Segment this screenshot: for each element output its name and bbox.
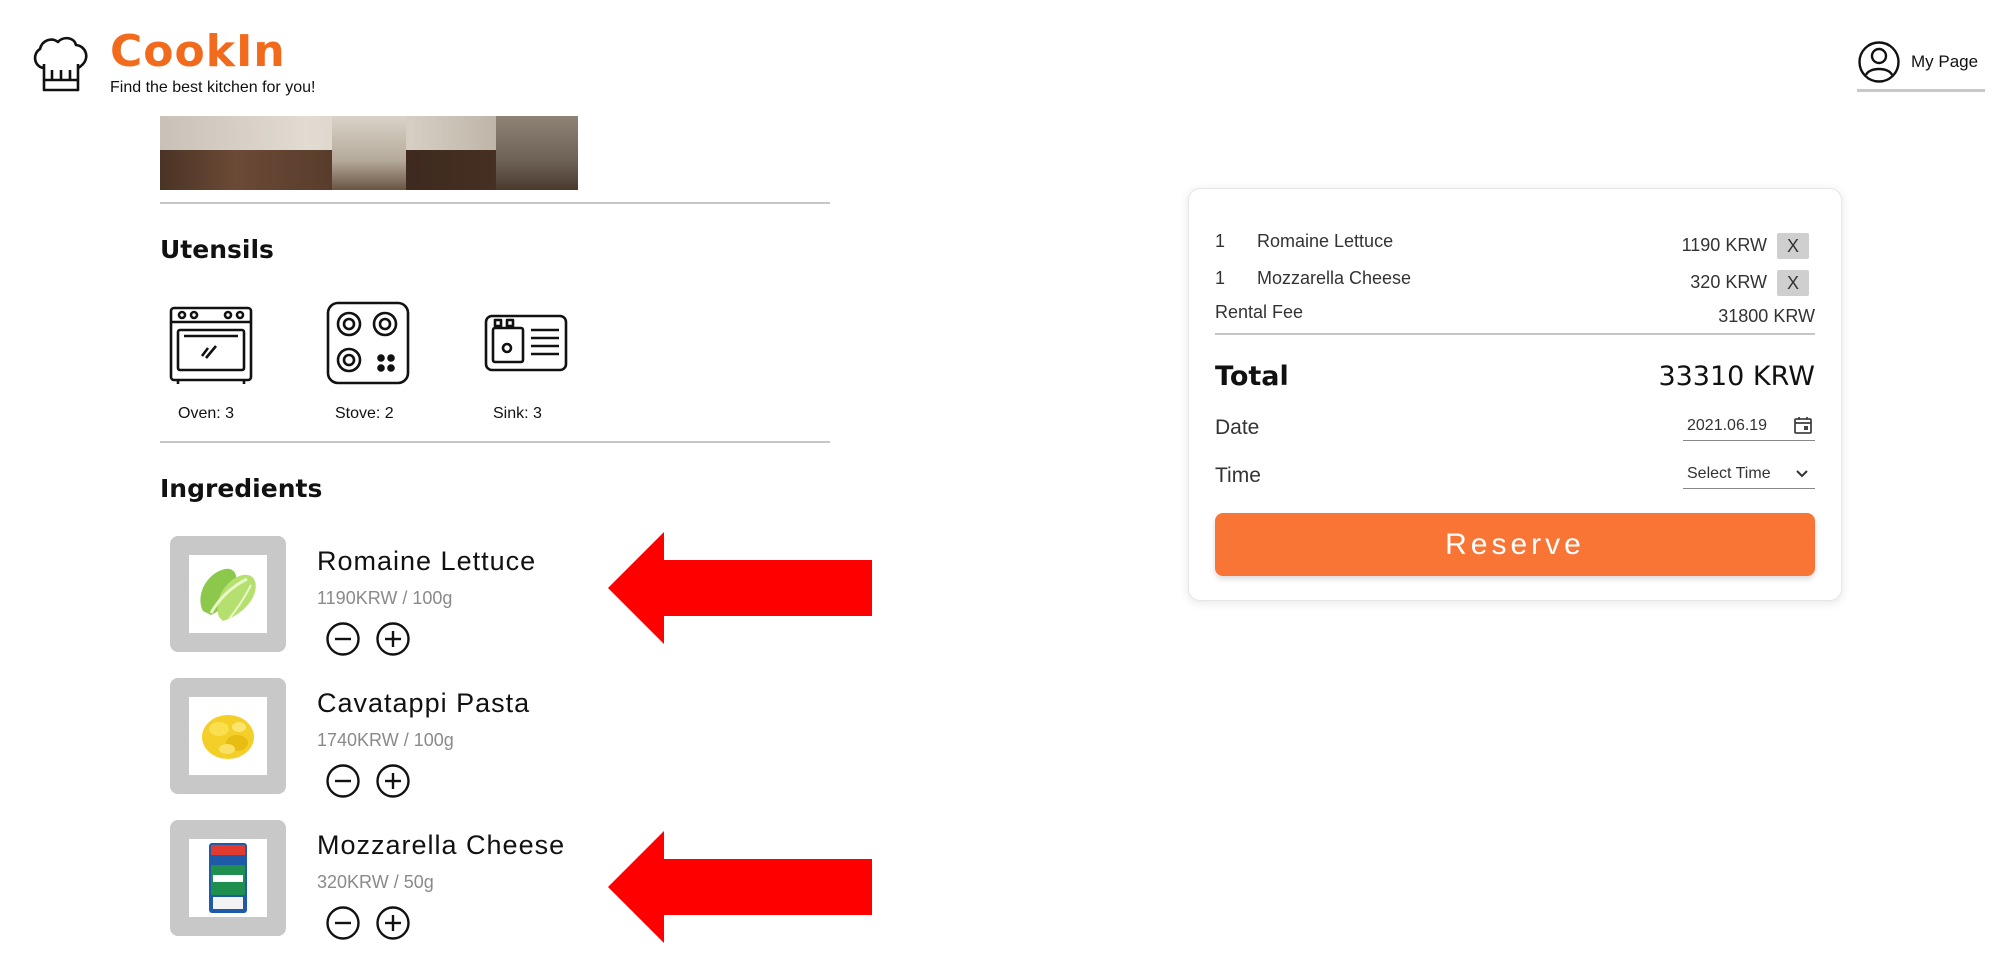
- date-picker-input[interactable]: 2021.06.19: [1683, 411, 1815, 441]
- annotation-arrow-icon: [608, 831, 872, 943]
- increase-quantity-button[interactable]: [375, 763, 411, 799]
- total-label: Total: [1215, 361, 1289, 392]
- reservation-summary-card: 1 Romaine Lettuce 1190 KRW X 1 Mozzarell…: [1188, 188, 1842, 601]
- ingredient-name: Cavatappi Pasta: [317, 688, 531, 718]
- brand-tagline: Find the best kitchen for you!: [110, 79, 316, 96]
- user-icon: [1858, 41, 1900, 83]
- order-item-qty: 1: [1215, 268, 1226, 288]
- cheese-package-image: [209, 843, 247, 913]
- decrease-quantity-button[interactable]: [325, 905, 361, 941]
- utensil-label: Stove: 2: [335, 405, 394, 422]
- plus-circle-icon: [376, 622, 410, 656]
- order-item-price: 1190 KRW: [1681, 235, 1767, 255]
- order-item-row: 1 Mozzarella Cheese 320 KRW X: [1215, 264, 1815, 296]
- order-item-name: Mozzarella Cheese: [1257, 268, 1412, 288]
- chef-hat-logo-icon: [33, 36, 88, 92]
- utensil-oven: Oven: 3: [168, 300, 258, 422]
- order-item-price: 320 KRW: [1690, 272, 1767, 292]
- ingredient-thumbnail: [170, 820, 286, 936]
- increase-quantity-button[interactable]: [375, 621, 411, 657]
- annotation-arrow-icon: [608, 532, 872, 644]
- date-value: 2021.06.19: [1687, 417, 1768, 434]
- ingredient-item: Cavatappi Pasta 1740KRW / 100g: [170, 678, 690, 799]
- time-label: Time: [1215, 464, 1261, 487]
- decrease-quantity-button[interactable]: [325, 763, 361, 799]
- order-item-row: 1 Romaine Lettuce 1190 KRW X: [1215, 227, 1815, 259]
- utensil-label: Sink: 3: [493, 405, 542, 422]
- utensils-heading: Utensils: [160, 235, 274, 264]
- time-select[interactable]: Select Time: [1683, 459, 1815, 489]
- order-item-name: Romaine Lettuce: [1257, 231, 1394, 251]
- minus-circle-icon: [326, 622, 360, 656]
- plus-circle-icon: [376, 906, 410, 940]
- stove-icon: [326, 301, 410, 385]
- pasta-image: [202, 715, 254, 759]
- utensil-sink: Sink: 3: [483, 300, 573, 422]
- my-page-link[interactable]: My Page: [1857, 38, 1985, 92]
- kitchen-photo: [160, 116, 578, 190]
- rental-fee-label: Rental Fee: [1215, 302, 1304, 322]
- minus-circle-icon: [326, 764, 360, 798]
- chevron-down-icon: [1796, 470, 1808, 478]
- brand-title[interactable]: CookIn: [110, 26, 286, 78]
- order-item-qty: 1: [1215, 231, 1226, 251]
- ingredient-price: 320KRW / 50g: [317, 872, 434, 892]
- calendar-icon[interactable]: [1793, 415, 1813, 435]
- ingredients-heading: Ingredients: [160, 474, 323, 503]
- section-divider: [160, 202, 830, 204]
- remove-item-button[interactable]: X: [1777, 233, 1809, 259]
- oven-icon: [169, 306, 253, 384]
- ingredient-name: Romaine Lettuce: [317, 546, 537, 576]
- date-label: Date: [1215, 416, 1260, 439]
- ingredient-price: 1190KRW / 100g: [317, 588, 453, 608]
- increase-quantity-button[interactable]: [375, 905, 411, 941]
- ingredient-price: 1740KRW / 100g: [317, 730, 454, 750]
- rental-fee-row: Rental Fee 31800 KRW: [1215, 302, 1815, 326]
- utensil-stove: Stove: 2: [325, 300, 415, 422]
- utensil-label: Oven: 3: [178, 405, 235, 422]
- rental-fee-value: 31800 KRW: [1718, 306, 1815, 326]
- time-select-value: Select Time: [1687, 465, 1771, 482]
- lettuce-image: [200, 568, 256, 621]
- decrease-quantity-button[interactable]: [325, 621, 361, 657]
- reserve-button[interactable]: Reserve: [1215, 513, 1815, 576]
- ingredient-thumbnail: [170, 678, 286, 794]
- minus-circle-icon: [326, 906, 360, 940]
- my-page-label: My Page: [1911, 52, 1979, 71]
- section-divider: [160, 441, 830, 443]
- total-value: 33310 KRW: [1658, 361, 1815, 392]
- remove-item-button[interactable]: X: [1777, 270, 1809, 296]
- ingredient-thumbnail: [170, 536, 286, 652]
- ingredient-name: Mozzarella Cheese: [317, 830, 566, 860]
- plus-circle-icon: [376, 764, 410, 798]
- summary-divider: [1215, 333, 1815, 335]
- sink-icon: [484, 314, 568, 372]
